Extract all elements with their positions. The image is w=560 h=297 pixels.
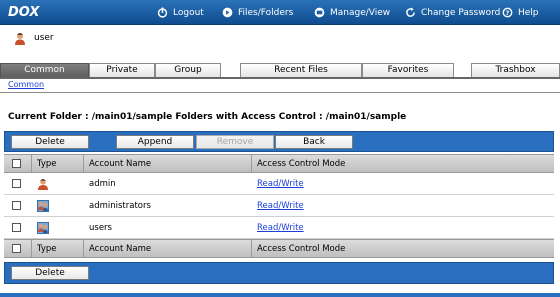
group-icon xyxy=(37,221,49,234)
access-mode-link[interactable]: Read/Write xyxy=(257,223,304,233)
files-folders-link[interactable]: Files/Folders xyxy=(222,6,293,19)
current-user: user xyxy=(14,31,54,45)
table-row: admin Read/Write xyxy=(4,173,554,195)
files-folders-icon xyxy=(222,7,233,18)
manage-view-link[interactable]: Manage/View xyxy=(314,6,390,19)
row-account-name: users xyxy=(89,222,112,233)
help-icon: ? xyxy=(502,7,513,18)
tab-favorites[interactable]: Favorites xyxy=(362,63,454,77)
tab-private[interactable]: Private xyxy=(89,63,155,77)
table-header: Type Account Name Access Control Mode xyxy=(4,154,554,173)
user-icon xyxy=(38,178,48,190)
tab-underline xyxy=(0,77,560,79)
breadcrumb-divider xyxy=(0,92,560,93)
table-row: administrators Read/Write xyxy=(4,195,554,217)
row-access-mode: Read/Write xyxy=(252,173,554,194)
row-type-cell xyxy=(32,173,84,194)
delete-button[interactable]: Delete xyxy=(11,135,89,149)
change-password-link[interactable]: Change Password xyxy=(405,6,500,19)
group-icon xyxy=(37,199,49,212)
help-link[interactable]: ? Help xyxy=(502,6,539,19)
header-type: Type xyxy=(32,155,84,172)
select-all-checkbox-bottom[interactable] xyxy=(12,244,21,253)
row-access-mode: Read/Write xyxy=(252,195,554,216)
bottom-toolbar: Delete xyxy=(4,262,554,284)
row-select-cell xyxy=(4,217,32,238)
row-select-cell xyxy=(4,195,32,216)
tab-trashbox[interactable]: Trashbox xyxy=(471,63,560,77)
row-type-cell xyxy=(32,217,84,238)
row-access-mode: Read/Write xyxy=(252,217,554,238)
power-icon xyxy=(157,7,168,18)
remove-button: Remove xyxy=(196,135,274,149)
dox-logo: DOX xyxy=(8,5,40,19)
svg-text:?: ? xyxy=(506,9,510,17)
table-footer-header: Type Account Name Access Control Mode xyxy=(4,239,554,258)
header-access-mode: Access Control Mode xyxy=(257,158,346,169)
tab-common[interactable]: Common xyxy=(0,63,89,77)
footer-account-name: Account Name xyxy=(84,240,252,257)
user-name: user xyxy=(34,33,54,43)
delete-button-bottom[interactable]: Delete xyxy=(11,266,89,280)
folder-info: Current Folder : /main01/sample Folders … xyxy=(8,112,407,122)
manage-view-label: Manage/View xyxy=(330,7,391,18)
breadcrumb-common[interactable]: Common xyxy=(8,80,44,89)
footer-type: Type xyxy=(32,240,84,257)
svg-text:DOX: DOX xyxy=(8,5,40,19)
row-type-cell xyxy=(32,195,84,216)
access-mode-link[interactable]: Read/Write xyxy=(257,201,304,211)
row-account-name: administrators xyxy=(89,200,151,211)
refresh-icon xyxy=(406,7,415,17)
footer-access-mode: Access Control Mode xyxy=(257,243,346,254)
logout-link[interactable]: Logout xyxy=(157,6,204,19)
back-button[interactable]: Back xyxy=(275,135,353,149)
eye-icon xyxy=(314,7,325,18)
help-label: Help xyxy=(518,7,539,18)
tab-bar: Common Private Group Recent Files Favori… xyxy=(0,63,560,77)
tab-group[interactable]: Group xyxy=(155,63,221,77)
table-row: users Read/Write xyxy=(4,217,554,239)
user-icon xyxy=(15,32,25,45)
access-mode-link[interactable]: Read/Write xyxy=(257,179,304,189)
files-folders-label: Files/Folders xyxy=(238,7,294,18)
top-header-bar: DOX Logout Files/Folders Manage/View Cha… xyxy=(0,0,560,25)
row-checkbox[interactable] xyxy=(12,201,21,210)
footer-select-cell xyxy=(4,240,32,257)
row-checkbox[interactable] xyxy=(12,179,21,188)
header-select-cell xyxy=(4,155,32,172)
tab-recent-files[interactable]: Recent Files xyxy=(240,63,362,77)
select-all-checkbox[interactable] xyxy=(12,159,21,168)
append-button[interactable]: Append xyxy=(116,135,194,149)
logout-label: Logout xyxy=(173,7,204,18)
header-account-name: Account Name xyxy=(84,155,252,172)
row-checkbox[interactable] xyxy=(12,223,21,232)
change-password-label: Change Password xyxy=(421,7,501,18)
row-account-name: admin xyxy=(89,178,116,189)
top-toolbar: Delete Append Remove Back xyxy=(4,131,554,152)
bottom-border xyxy=(0,293,560,297)
row-select-cell xyxy=(4,173,32,194)
